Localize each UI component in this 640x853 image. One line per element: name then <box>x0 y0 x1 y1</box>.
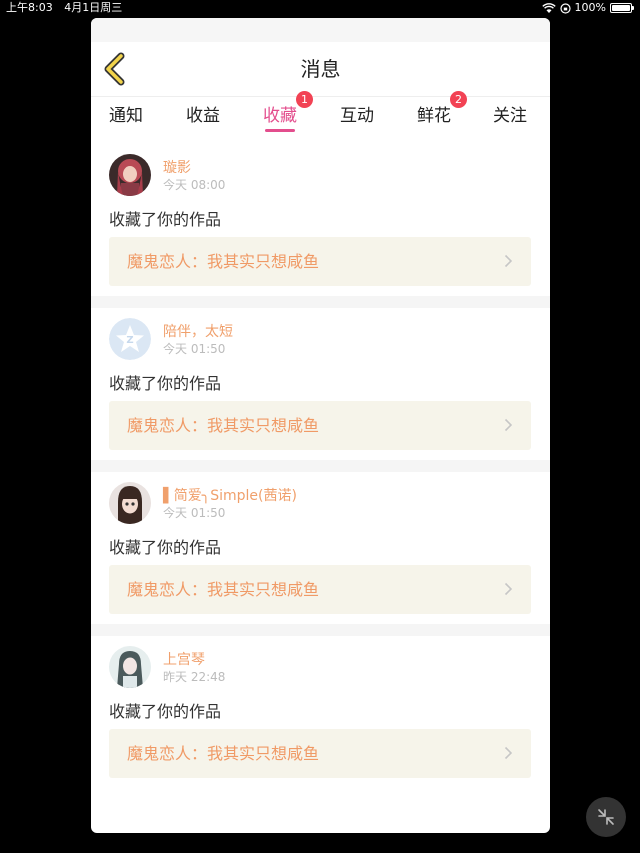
battery-percent: 100% <box>574 1 606 14</box>
orientation-lock-icon <box>559 2 571 14</box>
tab-interactions[interactable]: 互动 <box>340 101 374 126</box>
status-time: 上午8:03 <box>6 1 53 14</box>
divider <box>91 624 550 636</box>
work-link[interactable]: 魔鬼恋人：我其实只想咸鱼 <box>109 729 531 778</box>
avatar[interactable] <box>109 482 151 524</box>
user-name[interactable]: ▌简爱╮Simple(茜诺) <box>163 485 297 505</box>
collapse-button[interactable] <box>586 797 626 837</box>
list-item: ▌简爱╮Simple(茜诺) 今天 01:50 收藏了你的作品 魔鬼恋人：我其实… <box>91 472 550 624</box>
work-title: 魔鬼恋人：我其实只想咸鱼 <box>127 580 320 599</box>
chevron-right-icon <box>504 254 513 268</box>
avatar[interactable] <box>109 154 151 196</box>
chevron-right-icon <box>504 746 513 760</box>
timestamp: 昨天 22:48 <box>163 670 226 684</box>
message-panel: 消息 通知 收益 收藏 1 互动 鲜花 2 关注 璇影 今天 08:00 收藏了… <box>91 18 550 833</box>
avatar[interactable] <box>109 646 151 688</box>
tab-label: 互动 <box>340 106 374 126</box>
action-text: 收藏了你的作品 <box>109 538 222 557</box>
list-item: 上宫琴 昨天 22:48 收藏了你的作品 魔鬼恋人：我其实只想咸鱼 <box>91 636 550 788</box>
favorites-feed: 璇影 今天 08:00 收藏了你的作品 魔鬼恋人：我其实只想咸鱼 Z 陪伴，太短… <box>91 144 550 788</box>
list-item: 璇影 今天 08:00 收藏了你的作品 魔鬼恋人：我其实只想咸鱼 <box>91 144 550 296</box>
timestamp: 今天 08:00 <box>163 178 226 192</box>
tab-flowers[interactable]: 鲜花 2 <box>417 91 467 126</box>
action-text: 收藏了你的作品 <box>109 210 222 229</box>
tab-label: 收益 <box>186 106 220 126</box>
header: 消息 <box>91 42 550 97</box>
status-bar: 上午8:03 4月1日周三 100% <box>0 0 640 16</box>
status-left: 上午8:03 4月1日周三 <box>6 0 130 16</box>
tab-favorites[interactable]: 收藏 1 <box>263 91 313 132</box>
work-link[interactable]: 魔鬼恋人：我其实只想咸鱼 <box>109 401 531 450</box>
tab-label: 收藏 <box>263 106 297 126</box>
timestamp: 今天 01:50 <box>163 342 226 356</box>
avatar[interactable]: Z <box>109 318 151 360</box>
flowers-badge: 2 <box>450 91 467 108</box>
user-name[interactable]: 陪伴，太短 <box>163 321 233 341</box>
action-text: 收藏了你的作品 <box>109 374 222 393</box>
tab-bar: 通知 收益 收藏 1 互动 鲜花 2 关注 <box>91 91 550 137</box>
work-title: 魔鬼恋人：我其实只想咸鱼 <box>127 744 320 763</box>
tab-label: 鲜花 <box>417 106 451 126</box>
user-name[interactable]: 上宫琴 <box>163 649 205 669</box>
action-text: 收藏了你的作品 <box>109 702 222 721</box>
divider <box>91 460 550 472</box>
tab-notice[interactable]: 通知 <box>109 101 143 126</box>
battery-icon <box>610 3 634 13</box>
list-item: Z 陪伴，太短 今天 01:50 收藏了你的作品 魔鬼恋人：我其实只想咸鱼 <box>91 308 550 460</box>
favorites-badge: 1 <box>296 91 313 108</box>
work-link[interactable]: 魔鬼恋人：我其实只想咸鱼 <box>109 237 531 286</box>
work-link[interactable]: 魔鬼恋人：我其实只想咸鱼 <box>109 565 531 614</box>
panel-top-strip <box>91 18 550 42</box>
status-date: 4月1日周三 <box>64 1 123 14</box>
divider <box>91 296 550 308</box>
collapse-arrows-icon <box>598 809 614 825</box>
chevron-right-icon <box>504 418 513 432</box>
wifi-icon <box>541 2 556 13</box>
status-right: 100% <box>541 0 634 16</box>
tab-label: 通知 <box>109 106 143 126</box>
tab-label: 关注 <box>493 106 527 126</box>
svg-text:Z: Z <box>126 335 133 346</box>
work-title: 魔鬼恋人：我其实只想咸鱼 <box>127 416 320 435</box>
timestamp: 今天 01:50 <box>163 506 226 520</box>
page-title: 消息 <box>300 57 341 81</box>
tab-follow[interactable]: 关注 <box>493 101 527 126</box>
chevron-right-icon <box>504 582 513 596</box>
work-title: 魔鬼恋人：我其实只想咸鱼 <box>127 252 320 271</box>
user-name[interactable]: 璇影 <box>163 157 191 177</box>
tab-earnings[interactable]: 收益 <box>186 101 220 126</box>
active-tab-indicator <box>265 129 295 132</box>
